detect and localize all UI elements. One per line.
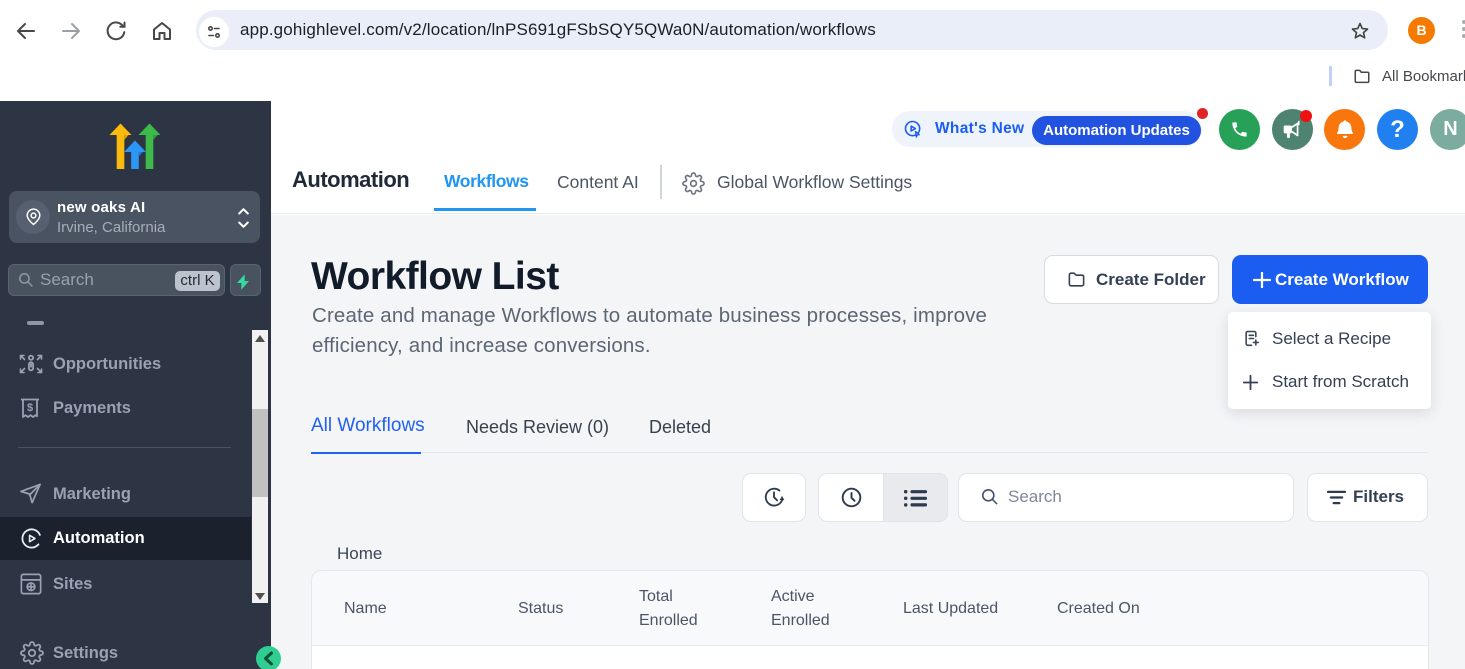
svg-text:$: $	[27, 402, 33, 414]
